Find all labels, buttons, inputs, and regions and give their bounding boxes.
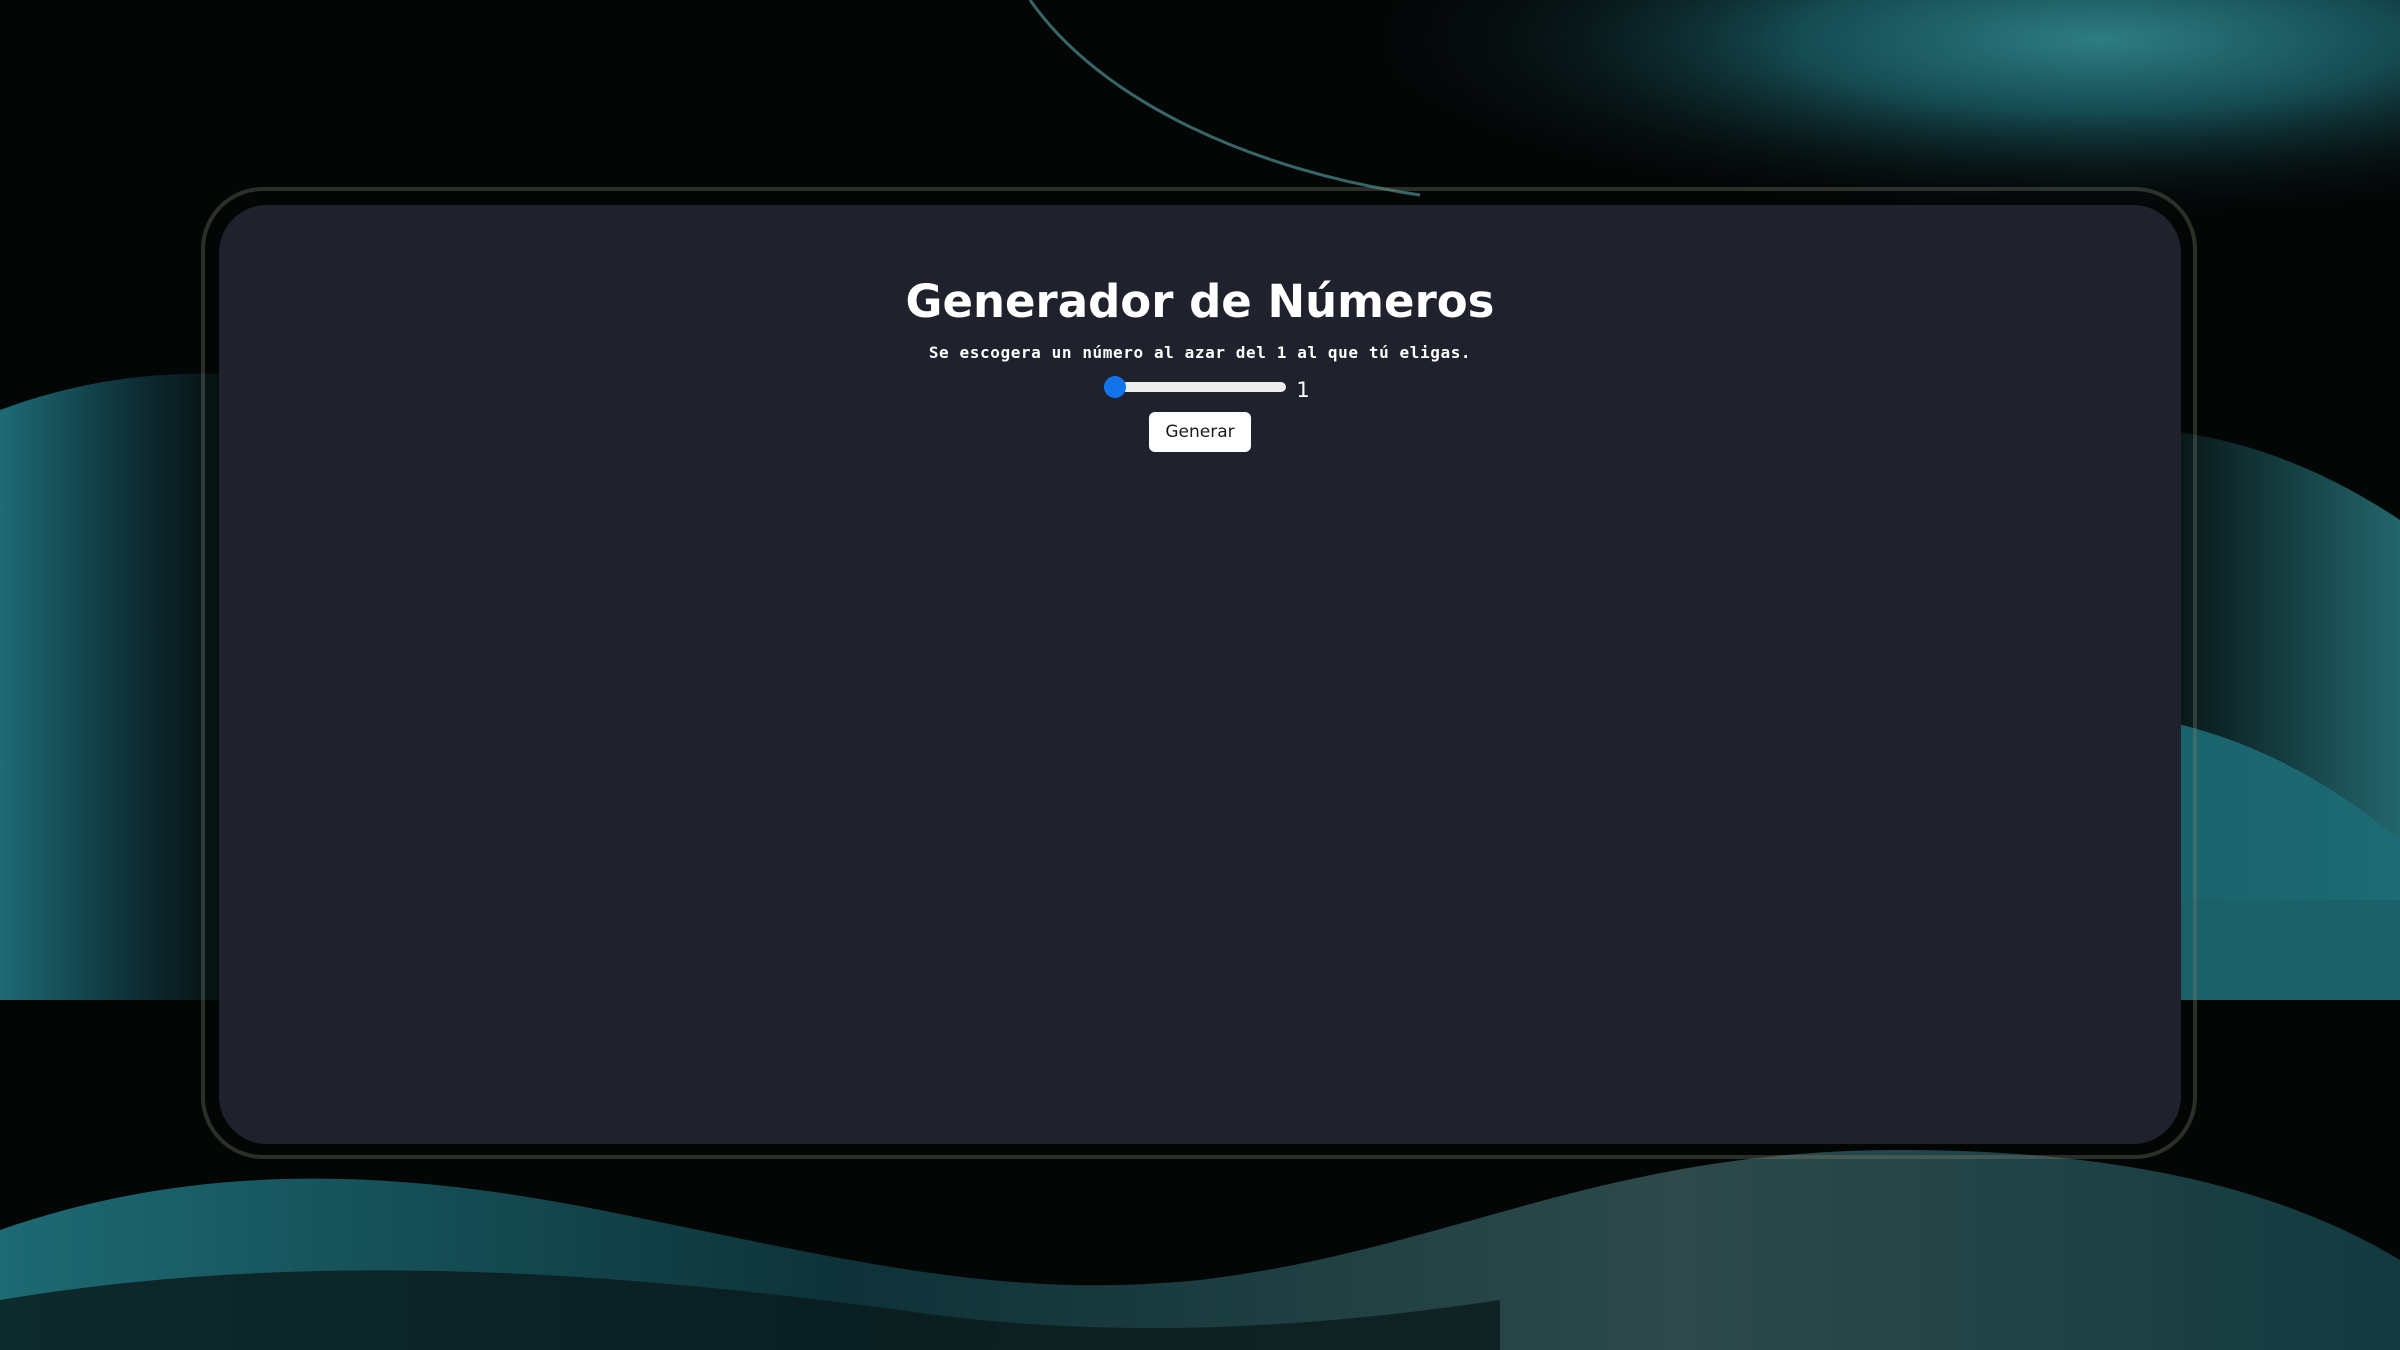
- generate-button[interactable]: Generar: [1149, 412, 1251, 452]
- page-title: Generador de Números: [905, 275, 1495, 328]
- app-card: Generador de Números Se escogera un núme…: [219, 205, 2181, 1144]
- app-content: Generador de Números Se escogera un núme…: [219, 205, 2181, 452]
- max-number-slider[interactable]: [1104, 382, 1287, 392]
- range-control: 1: [1104, 372, 1310, 402]
- slider-value: 1: [1296, 378, 1310, 402]
- description-text: Se escogera un número al azar del 1 al q…: [928, 343, 1472, 362]
- desktop-background: Generador de Números Se escogera un núme…: [0, 0, 2400, 1350]
